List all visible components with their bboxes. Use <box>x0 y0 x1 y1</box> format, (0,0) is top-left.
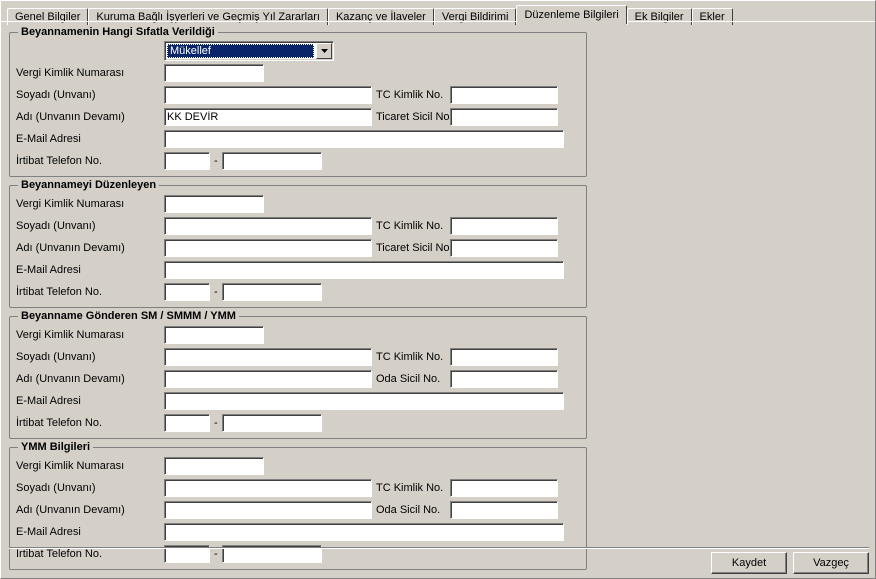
sifat-dropdown-value: Mükellef <box>167 44 314 58</box>
label-odasicil: Oda Sicil No. <box>372 373 450 385</box>
tel-dash: - <box>214 417 218 429</box>
save-button[interactable]: Kaydet <box>711 552 787 574</box>
tel-number-input[interactable] <box>222 283 322 301</box>
label-tckimlik: TC Kimlik No. <box>372 220 450 232</box>
chevron-down-icon[interactable] <box>316 43 332 59</box>
tel-dash: - <box>214 155 218 167</box>
label-adi: Adı (Unvanın Devamı) <box>16 111 164 123</box>
group-sifat: Beyannamenin Hangi Sıfatla Verildiği Mük… <box>9 26 587 177</box>
group-duzenleyen-legend: Beyannameyi Düzenleyen <box>18 179 159 191</box>
tckimlik-input[interactable] <box>450 348 558 366</box>
tab-vergi-bildirimi[interactable]: Vergi Bildirimi <box>434 8 517 25</box>
vkn-input[interactable] <box>164 457 264 475</box>
email-input[interactable] <box>164 523 564 541</box>
tab-ek-bilgiler[interactable]: Ek Bilgiler <box>627 8 692 25</box>
email-input[interactable] <box>164 130 564 148</box>
label-email: E-Mail Adresi <box>16 395 164 407</box>
label-vkn: Vergi Kimlik Numarası <box>16 329 164 341</box>
tab-kazanc-ilaveler[interactable]: Kazanç ve İlaveler <box>328 8 434 25</box>
label-email: E-Mail Adresi <box>16 133 164 145</box>
tab-genel-bilgiler[interactable]: Genel Bilgiler <box>7 8 88 25</box>
tckimlik-input[interactable] <box>450 86 558 104</box>
label-telefon: İrtibat Telefon No. <box>16 286 164 298</box>
group-sifat-legend: Beyannamenin Hangi Sıfatla Verildiği <box>18 26 218 38</box>
tel-area-input[interactable] <box>164 414 210 432</box>
email-input[interactable] <box>164 392 564 410</box>
vkn-input[interactable] <box>164 326 264 344</box>
label-vkn: Vergi Kimlik Numarası <box>16 460 164 472</box>
label-tckimlik: TC Kimlik No. <box>372 89 450 101</box>
soyadi-input[interactable] <box>164 348 372 366</box>
tel-area-input[interactable] <box>164 152 210 170</box>
group-gonderen: Beyanname Gönderen SM / SMMM / YMM Vergi… <box>9 310 587 439</box>
label-soyadi: Soyadı (Unvanı) <box>16 89 164 101</box>
tab-duzenleme-bilgileri[interactable]: Düzenleme Bilgileri <box>516 5 626 24</box>
label-vkn: Vergi Kimlik Numarası <box>16 67 164 79</box>
button-bar: Kaydet Vazgeç <box>9 547 869 574</box>
label-telefon: İrtibat Telefon No. <box>16 155 164 167</box>
label-adi: Adı (Unvanın Devamı) <box>16 242 164 254</box>
label-soyadi: Soyadı (Unvanı) <box>16 351 164 363</box>
tab-kuruma-bagli[interactable]: Kuruma Bağlı İşyerleri ve Geçmiş Yıl Zar… <box>88 8 328 25</box>
tel-area-input[interactable] <box>164 283 210 301</box>
label-email: E-Mail Adresi <box>16 264 164 276</box>
tel-number-input[interactable] <box>222 414 322 432</box>
ticaret-input[interactable] <box>450 239 558 257</box>
cancel-button[interactable]: Vazgeç <box>793 552 869 574</box>
soyadi-input[interactable] <box>164 86 372 104</box>
group-ymm-legend: YMM Bilgileri <box>18 441 93 453</box>
label-tckimlik: TC Kimlik No. <box>372 351 450 363</box>
vkn-input[interactable] <box>164 64 264 82</box>
tckimlik-input[interactable] <box>450 479 558 497</box>
tab-content: Beyannamenin Hangi Sıfatla Verildiği Mük… <box>1 22 875 570</box>
soyadi-input[interactable] <box>164 479 372 497</box>
adi-input[interactable] <box>164 501 372 519</box>
adi-input[interactable] <box>164 108 372 126</box>
label-ticaret: Ticaret Sicil No. <box>372 111 450 123</box>
label-ticaret: Ticaret Sicil No. <box>372 242 450 254</box>
odasicil-input[interactable] <box>450 370 558 388</box>
adi-input[interactable] <box>164 370 372 388</box>
main-panel: { "tabs": [ {"label": "Genel Bilgiler"},… <box>0 0 876 579</box>
ticaret-input[interactable] <box>450 108 558 126</box>
tel-dash: - <box>214 286 218 298</box>
email-input[interactable] <box>164 261 564 279</box>
tel-number-input[interactable] <box>222 152 322 170</box>
tckimlik-input[interactable] <box>450 217 558 235</box>
label-telefon: İrtibat Telefon No. <box>16 417 164 429</box>
label-tckimlik: TC Kimlik No. <box>372 482 450 494</box>
adi-input[interactable] <box>164 239 372 257</box>
label-odasicil: Oda Sicil No. <box>372 504 450 516</box>
vkn-input[interactable] <box>164 195 264 213</box>
label-adi: Adı (Unvanın Devamı) <box>16 504 164 516</box>
tab-ekler[interactable]: Ekler <box>692 8 733 25</box>
label-adi: Adı (Unvanın Devamı) <box>16 373 164 385</box>
odasicil-input[interactable] <box>450 501 558 519</box>
soyadi-input[interactable] <box>164 217 372 235</box>
label-soyadi: Soyadı (Unvanı) <box>16 220 164 232</box>
sifat-dropdown[interactable]: Mükellef <box>164 41 334 61</box>
group-gonderen-legend: Beyanname Gönderen SM / SMMM / YMM <box>18 310 239 322</box>
label-vkn: Vergi Kimlik Numarası <box>16 198 164 210</box>
label-email: E-Mail Adresi <box>16 526 164 538</box>
tab-bar: Genel Bilgiler Kuruma Bağlı İşyerleri ve… <box>1 3 875 23</box>
label-soyadi: Soyadı (Unvanı) <box>16 482 164 494</box>
tab-underline <box>1 21 875 22</box>
group-duzenleyen: Beyannameyi Düzenleyen Vergi Kimlik Numa… <box>9 179 587 308</box>
